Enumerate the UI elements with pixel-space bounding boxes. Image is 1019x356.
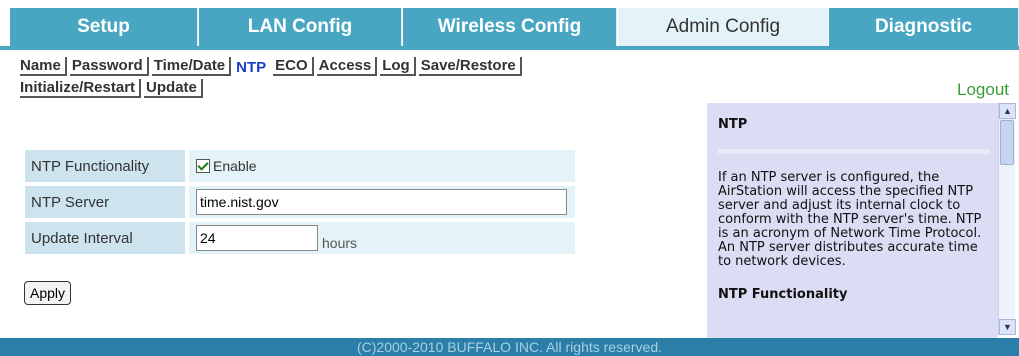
sub-nav-row: Initialize/Restart Update bbox=[20, 78, 720, 98]
subnav-log[interactable]: Log bbox=[380, 57, 416, 76]
update-interval-input[interactable] bbox=[196, 225, 318, 251]
update-interval-value: hours bbox=[189, 222, 575, 254]
scroll-thumb[interactable] bbox=[1000, 120, 1014, 165]
ntp-server-row: NTP Server bbox=[25, 186, 575, 218]
tab-admin-config[interactable]: Admin Config bbox=[618, 8, 828, 46]
subnav-password[interactable]: Password bbox=[69, 57, 149, 76]
subnav-save-restore[interactable]: Save/Restore bbox=[418, 57, 522, 76]
tab-setup[interactable]: Setup bbox=[10, 8, 198, 46]
update-interval-label: Update Interval bbox=[25, 222, 185, 254]
scroll-down-icon[interactable]: ▼ bbox=[999, 319, 1016, 335]
scroll-up-icon[interactable]: ▲ bbox=[999, 103, 1016, 119]
top-tab-bar: Setup LAN Config Wireless Config Admin C… bbox=[0, 0, 1019, 50]
subnav-ntp[interactable]: NTP bbox=[234, 59, 270, 76]
sub-navigation: Name Password Time/Date NTP ECO Access L… bbox=[20, 56, 720, 98]
ntp-server-label: NTP Server bbox=[25, 186, 185, 218]
subnav-initialize-restart[interactable]: Initialize/Restart bbox=[20, 79, 142, 98]
copyright-footer: (C)2000-2010 BUFFALO INC. All rights res… bbox=[0, 338, 1019, 356]
sub-nav-row: Name Password Time/Date NTP ECO Access L… bbox=[20, 56, 720, 76]
enable-checkbox[interactable] bbox=[196, 159, 210, 173]
subnav-update[interactable]: Update bbox=[144, 79, 203, 98]
tab-stripe bbox=[0, 46, 1019, 50]
tab-lan-config[interactable]: LAN Config bbox=[199, 8, 402, 46]
update-interval-unit: hours bbox=[322, 235, 358, 251]
ntp-server-input[interactable] bbox=[196, 189, 567, 215]
ntp-server-value bbox=[189, 186, 575, 218]
ntp-functionality-label: NTP Functionality bbox=[25, 150, 185, 182]
subnav-time-date[interactable]: Time/Date bbox=[151, 57, 232, 76]
ntp-functionality-row: NTP Functionality Enable bbox=[25, 150, 575, 182]
help-body: If an NTP server is configured, the AirS… bbox=[718, 170, 982, 269]
tab-wireless-config[interactable]: Wireless Config bbox=[403, 8, 617, 46]
subnav-access[interactable]: Access bbox=[316, 57, 378, 76]
apply-button[interactable]: Apply bbox=[24, 281, 72, 305]
subnav-name[interactable]: Name bbox=[20, 57, 67, 76]
help-panel: NTP If an NTP server is configured, the … bbox=[707, 103, 998, 338]
tab-diagnostic[interactable]: Diagnostic bbox=[829, 8, 1019, 46]
ntp-settings-form: NTP Functionality Enable NTP Server Upda… bbox=[25, 150, 575, 258]
help-title: NTP bbox=[718, 117, 748, 132]
subnav-eco[interactable]: ECO bbox=[273, 57, 314, 76]
help-scrollbar[interactable]: ▲ ▼ bbox=[998, 103, 1016, 335]
enable-checkbox-label[interactable]: Enable bbox=[213, 158, 257, 174]
logout-link[interactable]: Logout bbox=[957, 80, 1009, 100]
ntp-functionality-value: Enable bbox=[189, 150, 575, 182]
help-subtitle: NTP Functionality bbox=[718, 287, 848, 302]
help-divider bbox=[718, 149, 990, 154]
update-interval-row: Update Interval hours bbox=[25, 222, 575, 254]
